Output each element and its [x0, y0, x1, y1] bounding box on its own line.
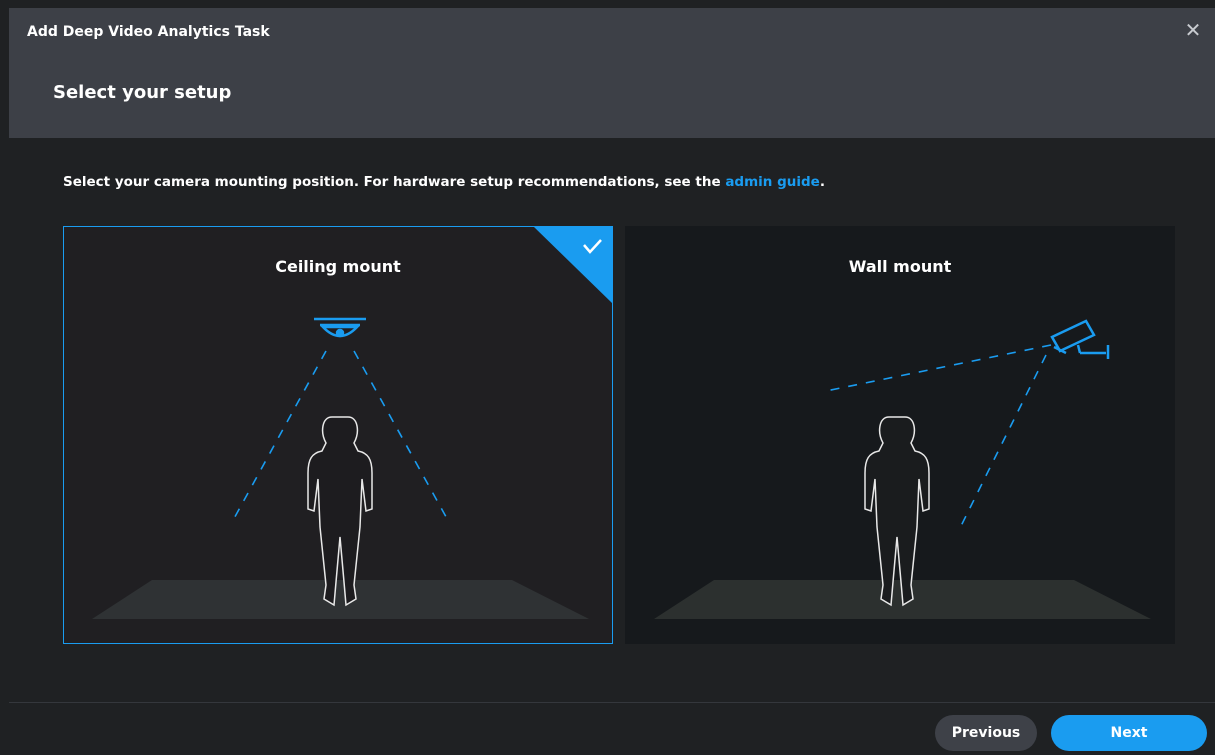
next-button[interactable]: Next — [1051, 715, 1207, 751]
ceiling-mount-option[interactable]: Ceiling mount — [63, 226, 613, 644]
ceiling-mount-illustration — [92, 227, 612, 619]
person-silhouette — [307, 416, 373, 607]
close-icon[interactable]: ✕ — [1183, 20, 1203, 40]
ceiling-camera-icon — [314, 317, 366, 338]
instructions-prefix: Select your camera mounting position. Fo… — [63, 174, 726, 190]
selected-check-icon — [534, 227, 612, 304]
dialog-title: Add Deep Video Analytics Task — [27, 24, 270, 40]
wall-mount-illustration — [654, 319, 1151, 619]
person-silhouette — [864, 416, 930, 607]
step-title: Select your setup — [53, 82, 232, 103]
previous-button[interactable]: Previous — [935, 715, 1037, 751]
instructions-suffix: . — [819, 174, 825, 190]
admin-guide-link[interactable]: admin guide — [725, 174, 820, 190]
instructions-text: Select your camera mounting position. Fo… — [63, 174, 825, 190]
wall-mount-option[interactable]: Wall mount — [625, 226, 1175, 644]
wall-camera-icon — [1050, 319, 1110, 359]
